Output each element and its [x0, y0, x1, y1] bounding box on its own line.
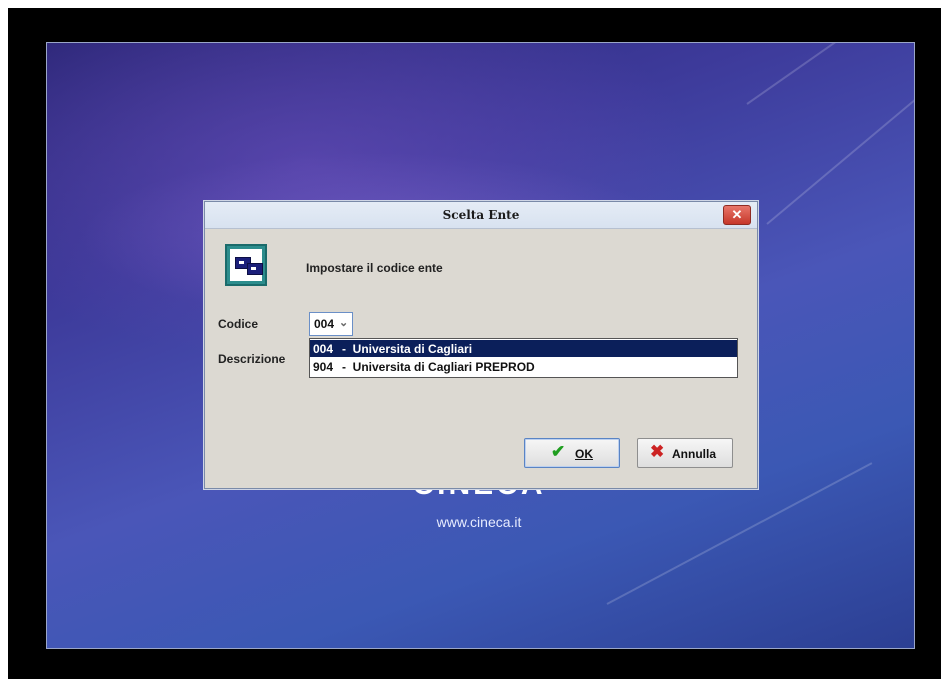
- cineca-url: www.cineca.it: [436, 514, 522, 530]
- option-description: - Universita di Cagliari PREPROD: [342, 360, 535, 374]
- app-window-icon: [225, 244, 267, 286]
- annulla-button-label: Annulla: [672, 447, 716, 461]
- window-glyph: [247, 263, 263, 275]
- annulla-button[interactable]: ✖ Annulla: [637, 438, 733, 468]
- light-streak: [766, 68, 914, 225]
- light-streak: [746, 43, 914, 105]
- option-description: - Universita di Cagliari: [342, 342, 473, 356]
- close-icon: ✕: [731, 207, 743, 222]
- dialog-heading: Impostare il codice ente: [306, 261, 443, 275]
- dropdown-option[interactable]: 904 - Universita di Cagliari PREPROD: [310, 358, 737, 375]
- codice-select[interactable]: 004 ⌄: [309, 312, 353, 336]
- codice-label: Codice: [218, 317, 259, 331]
- app-window-icon-inner: [230, 249, 263, 281]
- chevron-down-icon: ⌄: [339, 317, 349, 329]
- dialog-titlebar[interactable]: Scelta Ente ✕: [205, 202, 757, 229]
- option-code: 904: [313, 360, 334, 374]
- dialog-title: Scelta Ente: [442, 208, 520, 222]
- checkmark-icon: ✔: [551, 442, 566, 461]
- codice-dropdown-list: 004 - Universita di Cagliari 904 - Unive…: [309, 338, 738, 378]
- codice-select-value: 004: [314, 317, 335, 331]
- dropdown-option[interactable]: 004 - Universita di Cagliari: [310, 340, 737, 357]
- descrizione-label: Descrizione: [218, 352, 286, 366]
- x-icon: ✖: [650, 442, 665, 461]
- ok-button[interactable]: ✔ OK: [524, 438, 620, 468]
- close-button[interactable]: ✕: [723, 205, 751, 225]
- option-code: 004: [313, 342, 334, 356]
- scelta-ente-dialog: Scelta Ente ✕ Impostare il codice ente C…: [204, 201, 758, 489]
- ok-button-label: OK: [575, 447, 593, 461]
